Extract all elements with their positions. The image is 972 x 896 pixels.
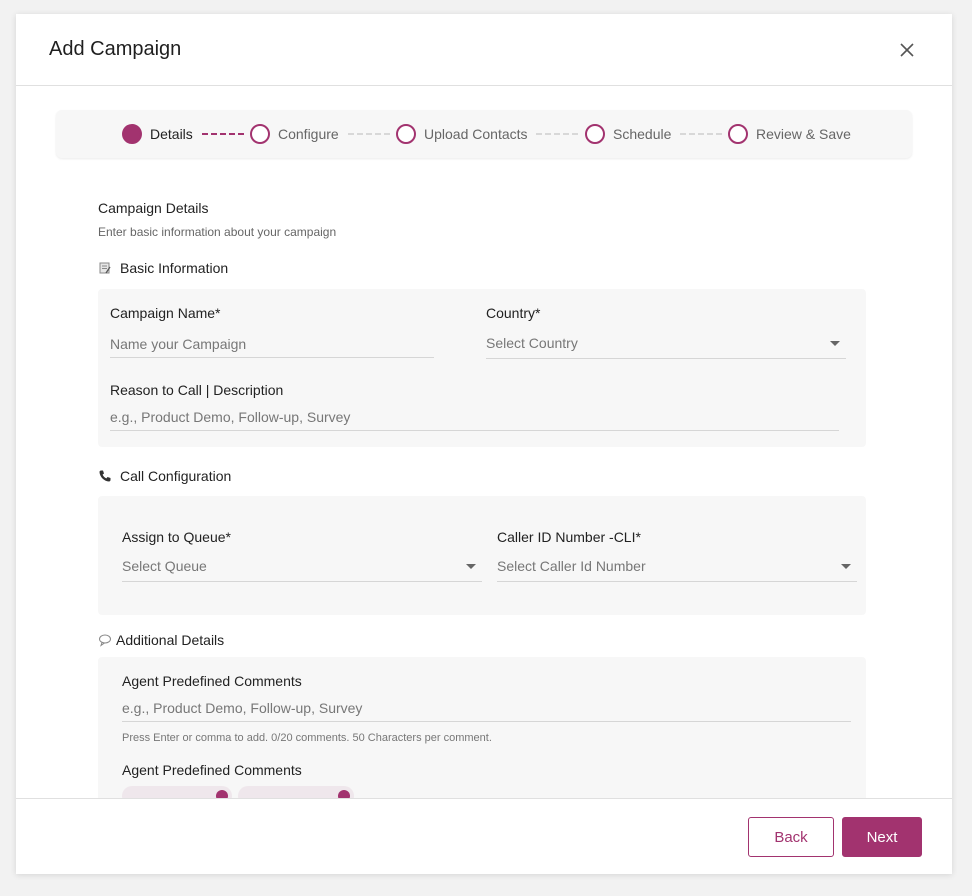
step-review-save[interactable]: Review & Save (728, 124, 851, 144)
caller-id-label: Caller ID Number -CLI* (497, 529, 641, 545)
comments-list-label: Agent Predefined Comments (122, 762, 302, 778)
caller-id-select-value: Select Caller Id Number (497, 558, 646, 574)
step-connector (202, 133, 244, 135)
chevron-down-icon (466, 564, 476, 569)
step-indicator (122, 124, 142, 144)
step-configure[interactable]: Configure (250, 124, 339, 144)
call-config-heading: Call Configuration (98, 468, 231, 484)
chevron-down-icon (841, 564, 851, 569)
close-icon[interactable] (898, 41, 916, 59)
step-connector (680, 133, 722, 135)
queue-select[interactable]: Select Queue (122, 552, 482, 582)
campaign-name-input[interactable] (110, 330, 434, 358)
add-campaign-modal: Add Campaign Details Configure Upload Co… (16, 14, 952, 874)
stepper: Details Configure Upload Contacts Schedu… (56, 110, 912, 158)
queue-label: Assign to Queue* (122, 529, 231, 545)
group-heading-label: Basic Information (120, 260, 229, 276)
modal-body: Details Configure Upload Contacts Schedu… (16, 86, 952, 798)
step-indicator (585, 124, 605, 144)
caller-id-select[interactable]: Select Caller Id Number (497, 552, 857, 582)
modal-title: Add Campaign (49, 38, 182, 60)
comment-chip[interactable] (122, 786, 232, 798)
country-select-value: Select Country (486, 335, 578, 351)
remove-chip-icon[interactable] (216, 790, 228, 798)
queue-select-value: Select Queue (122, 558, 207, 574)
modal-footer: Back Next (16, 798, 952, 874)
additional-details-panel: Agent Predefined Comments Press Enter or… (98, 657, 866, 798)
section-title: Campaign Details (98, 200, 209, 216)
speech-bubble-icon (99, 634, 111, 647)
comments-input[interactable] (122, 694, 851, 722)
comments-label: Agent Predefined Comments (122, 673, 302, 689)
group-heading-label: Additional Details (116, 632, 225, 648)
call-config-panel: Assign to Queue* Select Queue Caller ID … (98, 496, 866, 615)
next-button[interactable]: Next (842, 817, 922, 857)
notepad-icon (99, 262, 111, 274)
comments-helper-text: Press Enter or comma to add. 0/20 commen… (122, 732, 492, 744)
step-connector (536, 133, 578, 135)
step-indicator (728, 124, 748, 144)
step-details[interactable]: Details (122, 124, 193, 144)
step-label: Upload Contacts (424, 126, 528, 142)
section-subtitle: Enter basic information about your campa… (98, 225, 337, 239)
basic-info-heading: Basic Information (98, 260, 228, 276)
step-label: Schedule (613, 126, 672, 142)
campaign-name-label: Campaign Name* (110, 305, 221, 321)
step-schedule[interactable]: Schedule (585, 124, 671, 144)
step-connector (348, 133, 390, 135)
reason-label: Reason to Call | Description (110, 382, 284, 398)
reason-input[interactable] (110, 403, 839, 431)
step-label: Details (150, 126, 193, 142)
step-indicator (250, 124, 270, 144)
comment-chip[interactable] (238, 786, 354, 798)
modal-header: Add Campaign (16, 14, 952, 86)
country-select[interactable]: Select Country (486, 329, 846, 359)
remove-chip-icon[interactable] (338, 790, 350, 798)
additional-details-heading: Additional Details (98, 632, 224, 648)
chevron-down-icon (830, 341, 840, 346)
basic-info-panel: Campaign Name* Country* Select Country R… (98, 289, 866, 447)
group-heading-label: Call Configuration (120, 468, 232, 484)
phone-icon (99, 470, 111, 482)
step-label: Review & Save (756, 126, 851, 142)
back-button[interactable]: Back (748, 817, 834, 857)
step-upload-contacts[interactable]: Upload Contacts (396, 124, 528, 144)
country-label: Country* (486, 305, 541, 321)
step-indicator (396, 124, 416, 144)
step-label: Configure (278, 126, 339, 142)
